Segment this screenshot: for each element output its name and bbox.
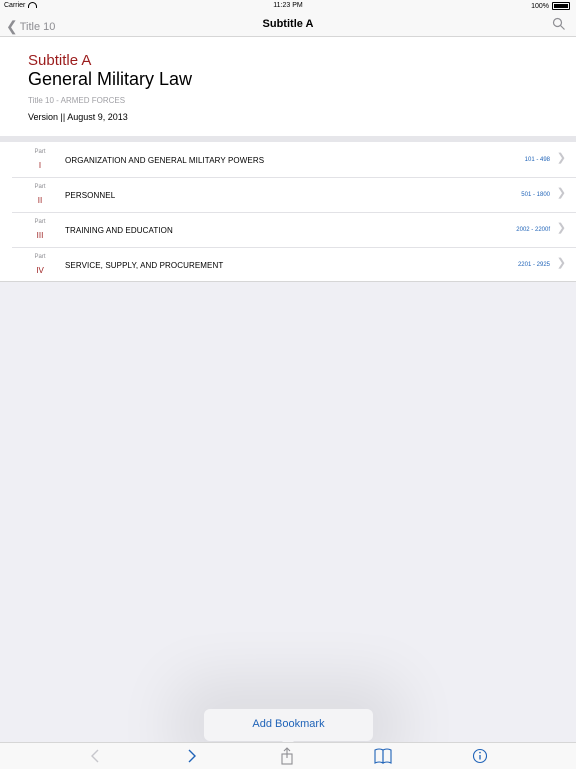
- info-icon[interactable]: [471, 747, 489, 765]
- version-label: Version || August 9, 2013: [28, 112, 128, 122]
- page-title: General Military Law: [28, 69, 193, 89]
- chevron-right-icon: ❯: [556, 152, 566, 164]
- part-label: Part: [34, 254, 46, 260]
- battery-icon: [552, 2, 570, 10]
- chevron-right-icon: ❯: [556, 222, 566, 234]
- part-name: ORGANIZATION AND GENERAL MILITARY POWERS: [65, 156, 265, 165]
- part-label: Part: [34, 184, 46, 190]
- part-number: III: [36, 231, 44, 240]
- share-icon[interactable]: [278, 747, 296, 765]
- part-name: SERVICE, SUPPLY, AND PROCUREMENT: [65, 261, 224, 270]
- battery-percent: 100%: [531, 2, 549, 10]
- chevron-right-icon: ❯: [556, 257, 566, 269]
- part-name: PERSONNEL: [65, 191, 116, 200]
- chevron-right-icon: ❯: [556, 187, 566, 199]
- section-range: 501 - 1800: [521, 192, 550, 198]
- status-time: 11:23 PM: [273, 2, 303, 9]
- part-number: I: [38, 161, 42, 170]
- part-label: Part: [34, 149, 46, 155]
- forward-arrow-icon[interactable]: [183, 747, 201, 765]
- battery-info: 100%: [531, 2, 570, 10]
- add-bookmark-button[interactable]: Add Bookmark: [204, 718, 373, 730]
- list-item[interactable]: Part III TRAINING AND EDUCATION 2002 - 2…: [12, 212, 576, 248]
- search-icon[interactable]: [552, 17, 566, 31]
- bookmarks-book-icon[interactable]: [374, 747, 392, 765]
- part-number: IV: [36, 266, 44, 275]
- part-label: Part: [34, 219, 46, 225]
- status-bar: Carrier 11:23 PM 100%: [0, 0, 576, 12]
- subtitle-header: Subtitle A General Military Law Title 10…: [0, 37, 576, 136]
- nav-title: Subtitle A: [262, 18, 314, 30]
- section-range: 101 - 498: [524, 157, 550, 163]
- part-number: II: [37, 196, 43, 205]
- list-item[interactable]: Part IV SERVICE, SUPPLY, AND PROCUREMENT…: [12, 247, 576, 282]
- part-name: TRAINING AND EDUCATION: [65, 226, 173, 235]
- back-arrow-icon[interactable]: [87, 747, 105, 765]
- section-range: 2002 - 2200f: [516, 227, 550, 233]
- navigation-bar: ❮ Title 10 Subtitle A: [0, 12, 576, 37]
- parts-list: Part I ORGANIZATION AND GENERAL MILITARY…: [0, 142, 576, 282]
- list-item[interactable]: Part I ORGANIZATION AND GENERAL MILITARY…: [12, 142, 576, 178]
- bottom-toolbar: [0, 742, 576, 769]
- section-range: 2201 - 2925: [517, 262, 550, 268]
- subtitle-label: Subtitle A: [28, 52, 92, 69]
- add-bookmark-popover: Add Bookmark: [204, 709, 373, 747]
- list-item[interactable]: Part II PERSONNEL 501 - 1800 ❯: [12, 177, 576, 213]
- title-meta: Title 10 - ARMED FORCES: [28, 96, 126, 105]
